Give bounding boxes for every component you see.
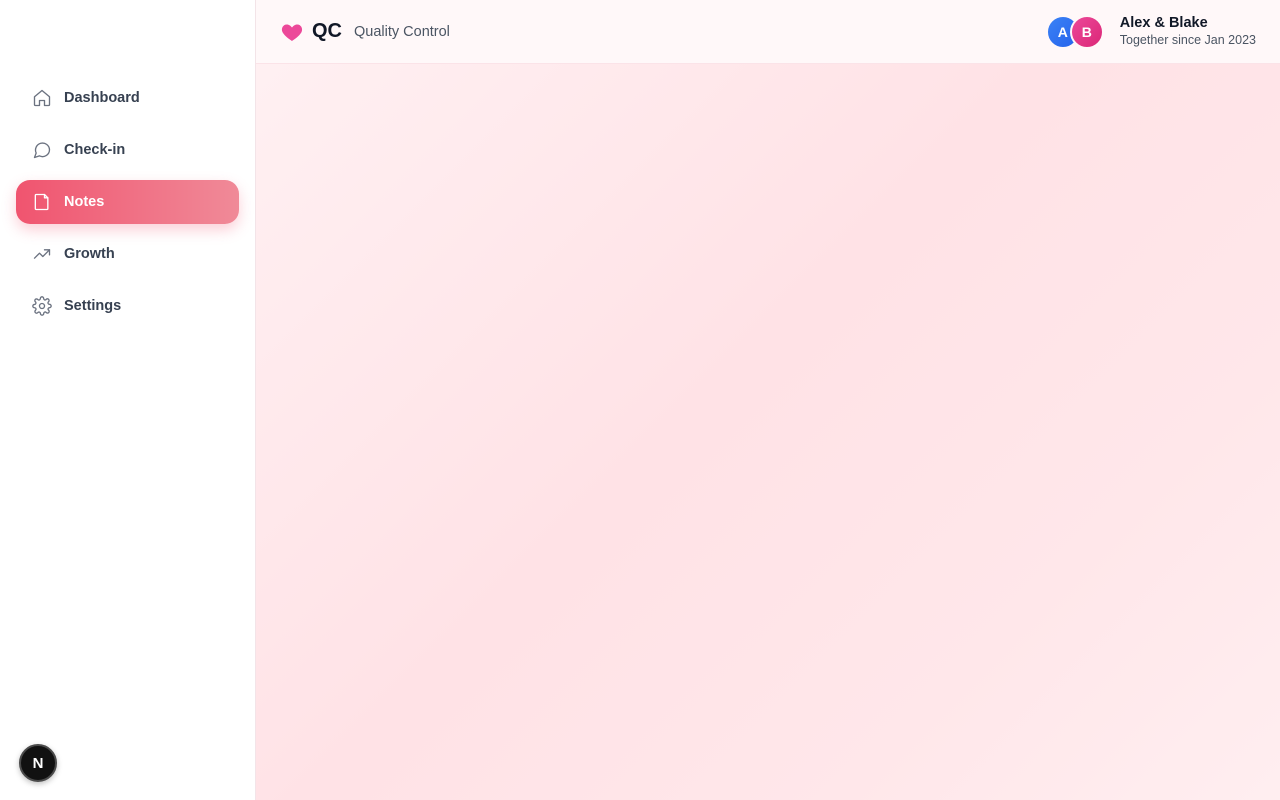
dev-badge-letter: N: [32, 754, 44, 772]
couple-info: Alex & Blake Together since Jan 2023: [1120, 14, 1256, 49]
avatar: B: [1069, 14, 1104, 49]
sidebar-nav: Dashboard Check-in Notes Growth Settings: [16, 76, 239, 336]
app-root: Dashboard Check-in Notes Growth Settings…: [0, 0, 1280, 800]
avatar-group: A B: [1045, 14, 1104, 49]
sidebar-item-check-in[interactable]: Check-in: [16, 128, 239, 172]
trending-up-icon: [32, 244, 52, 264]
brand[interactable]: QC Quality Control: [280, 20, 450, 44]
top-header: QC Quality Control A B Alex & Blake Toge…: [256, 0, 1280, 64]
sidebar-item-settings[interactable]: Settings: [16, 284, 239, 328]
logo-text: QC: [312, 20, 342, 42]
sidebar-item-label: Growth: [64, 246, 115, 262]
note-icon: [32, 192, 52, 212]
sidebar-item-dashboard[interactable]: Dashboard: [16, 76, 239, 120]
sidebar-item-label: Settings: [64, 298, 122, 314]
message-circle-icon: [32, 140, 52, 160]
app-subtitle: Quality Control: [354, 23, 450, 40]
sidebar-item-notes[interactable]: Notes: [16, 180, 239, 224]
dev-tools-badge[interactable]: N: [19, 744, 57, 782]
couple-since: Together since Jan 2023: [1119, 33, 1256, 47]
main-content: [256, 64, 1280, 800]
sidebar-item-label: Dashboard: [64, 90, 140, 106]
sidebar-item-label: Check-in: [64, 142, 126, 158]
sidebar: Dashboard Check-in Notes Growth Settings…: [0, 0, 256, 800]
sidebar-item-growth[interactable]: Growth: [16, 232, 239, 276]
home-icon: [32, 88, 52, 108]
gear-icon: [32, 296, 52, 316]
heart-icon: [281, 24, 303, 41]
couple-profile[interactable]: A B Alex & Blake Together since Jan 2023: [1045, 14, 1256, 49]
couple-names: Alex & Blake: [1119, 15, 1208, 31]
sidebar-item-label: Notes: [64, 194, 105, 210]
